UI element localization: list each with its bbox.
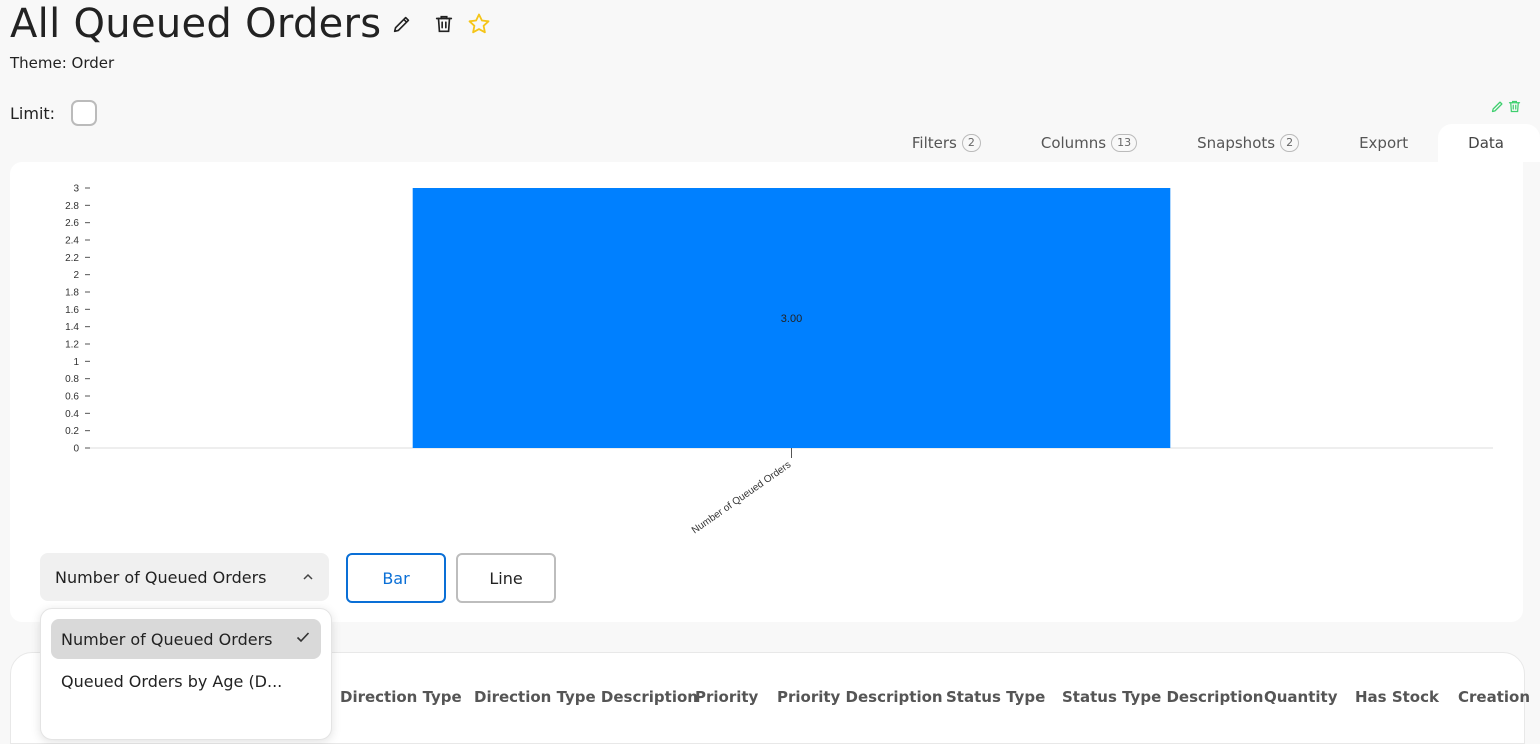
series-dropdown-menu: Number of Queued Orders Queued Orders by…	[40, 608, 332, 740]
tab-count-badge: 2	[1280, 134, 1300, 152]
y-tick-label: 2.6	[65, 218, 79, 229]
dropdown-option-label: Number of Queued Orders	[61, 629, 273, 649]
trash-icon[interactable]	[1507, 99, 1522, 118]
title-row: All Queued Orders	[10, 0, 491, 48]
y-tick-label: 2.2	[65, 253, 79, 264]
data-label: 3.00	[781, 313, 802, 325]
trash-icon[interactable]	[433, 13, 455, 35]
y-tick-label: 2	[73, 270, 79, 281]
tab-label: Data	[1468, 134, 1504, 152]
y-tick-label: 1.8	[65, 288, 79, 299]
edit-pencil-icon[interactable]	[1490, 99, 1505, 118]
y-tick-label: 1.6	[65, 305, 79, 316]
y-tick-label: 3	[73, 184, 79, 195]
limit-row: Limit:	[10, 100, 98, 126]
y-tick-label: 0.8	[65, 374, 79, 385]
y-tick-label: 1.4	[65, 322, 79, 333]
column-header[interactable]: Quantity	[1264, 688, 1338, 706]
limit-label: Limit:	[10, 103, 56, 123]
dropdown-option[interactable]: Number of Queued Orders	[51, 619, 321, 659]
y-tick-label: 0.4	[65, 409, 79, 420]
edit-pencil-icon[interactable]	[391, 13, 413, 35]
y-tick-label: 1.2	[65, 340, 79, 351]
tab-count-badge: 13	[1111, 134, 1138, 152]
check-icon	[295, 629, 311, 649]
y-tick-label: 0.6	[65, 392, 79, 403]
y-tick-label: 0	[73, 444, 79, 455]
column-header[interactable]: Direction Type	[340, 688, 462, 706]
star-favorite-icon[interactable]	[467, 12, 491, 36]
bar-chart-button[interactable]: Bar	[346, 553, 446, 603]
series-select-value: Number of Queued Orders	[55, 567, 267, 587]
tab-bar: Filters 2 Columns 13 Snapshots 2 Export …	[882, 124, 1540, 162]
column-header[interactable]: Priority	[695, 688, 758, 706]
tab-data[interactable]: Data	[1438, 124, 1540, 162]
series-select[interactable]: Number of Queued Orders	[40, 553, 329, 601]
tab-label: Snapshots	[1197, 134, 1276, 152]
line-chart-button[interactable]: Line	[456, 553, 556, 603]
tab-label: Export	[1359, 134, 1409, 152]
chevron-up-icon	[302, 568, 314, 587]
tab-snapshots[interactable]: Snapshots 2	[1167, 124, 1329, 162]
tab-count-badge: 2	[961, 134, 981, 152]
column-header[interactable]: Direction Type Description	[474, 688, 698, 706]
tab-label: Filters	[911, 134, 957, 152]
theme-label: Theme: Order	[10, 54, 115, 72]
y-tick-label: 2.8	[65, 201, 79, 212]
dropdown-option-label: Queued Orders by Age (D...	[61, 671, 283, 691]
column-header[interactable]: Has Stock	[1355, 688, 1439, 706]
y-tick-label: 2.4	[65, 236, 79, 247]
tab-label: Columns	[1040, 134, 1107, 152]
y-tick-label: 1	[73, 357, 79, 368]
column-header[interactable]: Status Type Description	[1062, 688, 1263, 706]
page-title: All Queued Orders	[10, 1, 382, 47]
x-tick-label: Number of Queued Orders	[690, 459, 793, 536]
tab-export[interactable]: Export	[1329, 124, 1438, 162]
column-header[interactable]: Creation	[1458, 688, 1530, 706]
tab-filters[interactable]: Filters 2	[882, 124, 1011, 162]
panel-actions	[1490, 99, 1522, 118]
chart-panel: 0 0.2 0.4 0.6 0.8 1 1.2 1.4 1.6 1.8 2 2.2 2.4 2.6 2.8 3…	[10, 162, 1523, 622]
column-header[interactable]: Priority Description	[777, 688, 943, 706]
y-tick-label: 0.2	[65, 426, 79, 437]
tab-columns[interactable]: Columns 13	[1011, 124, 1167, 162]
limit-checkbox[interactable]	[71, 100, 98, 126]
bar-chart: 0 0.2 0.4 0.6 0.8 1 1.2 1.4 1.6 1.8 2 2.2 2.4 2.6 2.8 3…	[65, 184, 1493, 536]
dropdown-option[interactable]: Queued Orders by Age (D...	[51, 661, 321, 701]
column-header[interactable]: Status Type	[946, 688, 1045, 706]
